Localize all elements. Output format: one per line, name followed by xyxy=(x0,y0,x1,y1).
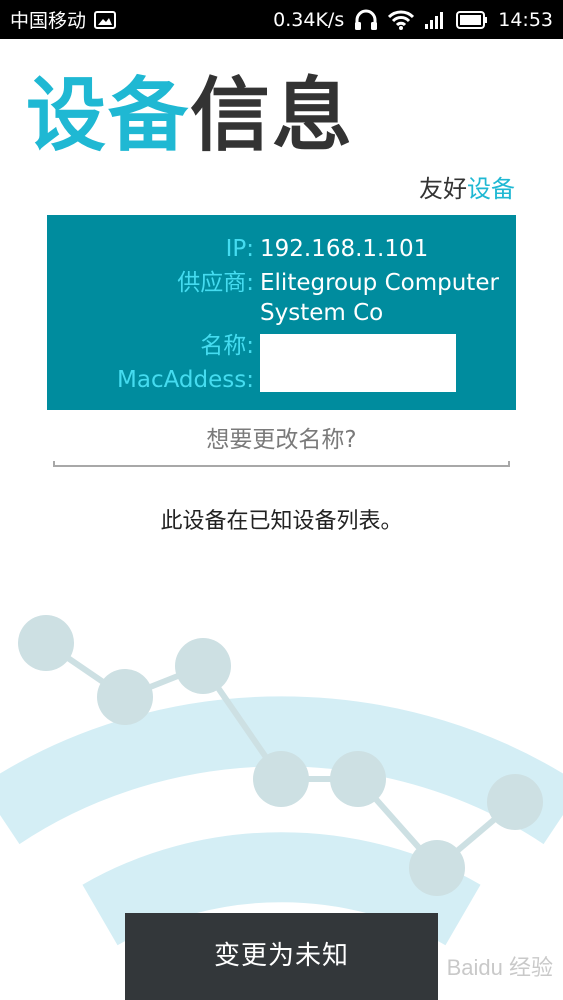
baidu-watermark: Baidu 经验 xyxy=(446,955,553,980)
status-bar: 中国移动 0.34K/s 14:53 xyxy=(0,0,563,39)
network-node xyxy=(409,840,465,896)
network-node xyxy=(487,774,543,830)
vendor-value: Elitegroup Computer System Co xyxy=(260,270,499,326)
device-category: 友好设备 xyxy=(419,172,515,206)
network-node xyxy=(97,669,153,725)
page-title: 设备信息 xyxy=(26,66,354,166)
clock: 14:53 xyxy=(498,8,553,31)
name-label: 名称: xyxy=(200,333,254,359)
known-device-message: 此设备在已知设备列表。 xyxy=(160,509,403,534)
wifi-icon xyxy=(388,10,415,30)
rename-underline xyxy=(53,461,510,467)
network-node xyxy=(175,638,231,694)
device-info-panel: IP: 192.168.1.101 供应商: Elitegroup Comput… xyxy=(47,215,516,410)
mark-unknown-button[interactable]: 变更为未知 xyxy=(125,913,438,1000)
ip-label: IP: xyxy=(225,236,254,262)
carrier-name: 中国移动 xyxy=(10,10,87,32)
rename-prompt-link[interactable]: 想要更改名称? xyxy=(53,420,510,466)
image-icon xyxy=(94,10,117,29)
signal-icon xyxy=(424,10,446,30)
headphones-icon xyxy=(354,9,378,31)
page-title-part-2: 信息 xyxy=(190,69,354,162)
network-node xyxy=(253,751,309,807)
device-category-part-1: 友好 xyxy=(419,175,467,203)
redacted-name-mac-box xyxy=(260,334,456,392)
vendor-label: 供应商: xyxy=(177,270,254,296)
network-node xyxy=(18,615,74,671)
network-node xyxy=(330,751,386,807)
battery-icon xyxy=(456,10,488,29)
device-category-part-2: 设备 xyxy=(467,175,515,203)
wifi-arc-inner xyxy=(82,832,481,946)
network-speed: 0.34K/s xyxy=(273,8,345,31)
mac-label: MacAddess: xyxy=(117,367,254,393)
ip-value: 192.168.1.101 xyxy=(260,236,429,262)
page-title-part-1: 设备 xyxy=(26,69,190,162)
